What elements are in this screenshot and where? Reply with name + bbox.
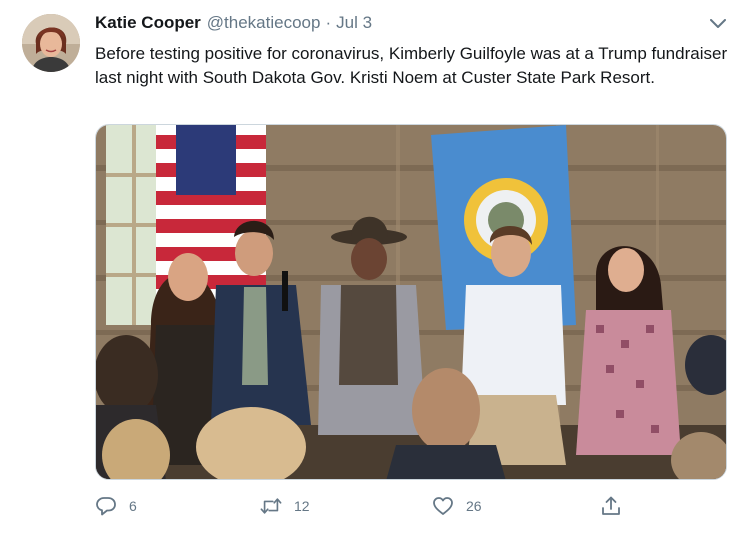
retweet-count: 12	[294, 498, 310, 514]
chevron-down-icon	[710, 19, 726, 28]
tweet-actions: 6 12 26	[95, 492, 635, 520]
avatar[interactable]	[22, 14, 80, 72]
tweet-date[interactable]: Jul 3	[336, 13, 372, 33]
tweet-header: Katie Cooper @thekatiecoop · Jul 3	[95, 13, 372, 35]
tweet-text: Before testing positive for coronavirus,…	[95, 44, 728, 87]
more-menu-button[interactable]	[708, 14, 728, 34]
retweet-button[interactable]: 12	[260, 492, 310, 520]
heart-icon	[432, 495, 454, 517]
share-button[interactable]	[600, 492, 622, 520]
avatar-photo	[22, 14, 80, 72]
like-count: 26	[466, 498, 482, 514]
retweet-icon	[260, 495, 282, 517]
reply-icon	[95, 495, 117, 517]
tweet: Katie Cooper @thekatiecoop · Jul 3 Befor…	[0, 0, 750, 547]
separator-dot: ·	[325, 13, 332, 32]
author-handle[interactable]: @thekatiecoop	[207, 13, 321, 33]
author-name[interactable]: Katie Cooper	[95, 13, 201, 33]
tweet-photo[interactable]	[95, 124, 727, 480]
reply-count: 6	[129, 498, 137, 514]
event-photo	[96, 125, 726, 479]
share-icon	[600, 495, 622, 517]
reply-button[interactable]: 6	[95, 492, 137, 520]
like-button[interactable]: 26	[432, 492, 482, 520]
